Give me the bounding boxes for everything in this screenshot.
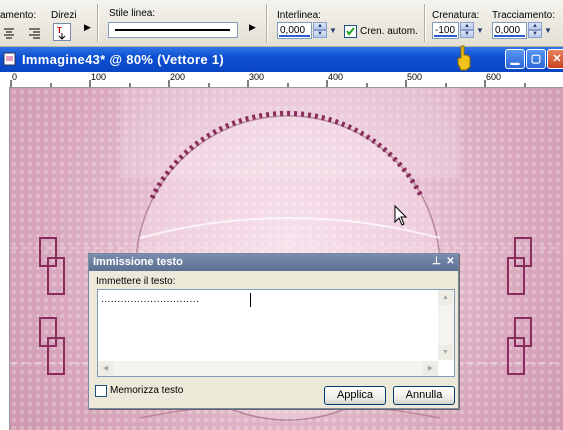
minimize-icon[interactable]: ▁ <box>505 49 525 69</box>
apply-button[interactable]: Applica <box>324 386 386 405</box>
direction-arrow-icon[interactable]: ▶ <box>84 22 91 33</box>
line-style-preview <box>115 29 230 31</box>
maximize-icon[interactable]: ▢ <box>526 49 546 69</box>
line-style-arrow-icon[interactable]: ▶ <box>249 22 256 33</box>
cancel-button[interactable]: Annulla <box>393 386 455 405</box>
kerning-up-icon[interactable]: ▲ <box>460 22 474 30</box>
line-style-label: Stile linea: <box>109 8 156 19</box>
auto-kern-label: Cren. autom. <box>360 26 418 37</box>
kerning-input[interactable]: -100 <box>432 22 459 39</box>
kerning-down-icon[interactable]: ▼ <box>460 30 474 38</box>
ruler-label: 0 <box>12 72 18 82</box>
kerning-dropdown-icon[interactable]: ▼ <box>474 22 486 39</box>
window-title: Immagine43* @ 80% (Vettore 1) <box>22 52 225 67</box>
separator <box>97 4 99 42</box>
text-entry-textarea[interactable]: .............................. ▲ ▼ ◀ ▶ <box>97 289 455 377</box>
text-entry-value: .............................. <box>101 294 200 305</box>
dialog-titlebar[interactable]: Immissione testo ⊥ ✕ <box>89 254 458 271</box>
text-prompt-label: Immettere il testo: <box>96 276 176 287</box>
vertical-ruler <box>0 87 10 430</box>
horizontal-ruler: 0 100 200 300 400 500 600 <box>0 72 563 88</box>
scroll-up-icon[interactable]: ▲ <box>438 290 453 305</box>
vertical-scrollbar[interactable]: ▲ ▼ <box>438 290 454 360</box>
close-icon[interactable]: ✕ <box>547 49 563 69</box>
direction-label: Direzi <box>51 10 77 21</box>
ruler-label: 400 <box>328 72 344 82</box>
line-style-select[interactable] <box>108 22 238 38</box>
document-titlebar[interactable]: Immagine43* @ 80% (Vettore 1) ▁ ▢ ✕ <box>0 47 563 72</box>
align-right-icon[interactable] <box>25 24 43 42</box>
leading-down-icon[interactable]: ▼ <box>313 30 327 38</box>
scroll-down-icon[interactable]: ▼ <box>438 345 453 360</box>
separator <box>266 4 268 42</box>
document-icon <box>3 52 17 66</box>
ruler-label: 100 <box>91 72 107 82</box>
dialog-close-icon[interactable]: ✕ <box>444 255 457 269</box>
scroll-left-icon[interactable]: ◀ <box>98 361 113 376</box>
ruler-label: 300 <box>249 72 265 82</box>
text-direction-icon[interactable]: T <box>53 23 71 41</box>
ruler-label: 500 <box>407 72 423 82</box>
tracking-label: Tracciamento: <box>492 10 555 21</box>
scroll-right-icon[interactable]: ▶ <box>423 361 438 376</box>
kerning-label: Crenatura: <box>432 10 480 21</box>
tracking-dropdown-icon[interactable]: ▼ <box>542 22 554 39</box>
ruler-label: 200 <box>170 72 186 82</box>
tracking-input[interactable]: 0,000 <box>492 22 527 39</box>
text-entry-dialog: Immissione testo ⊥ ✕ Immettere il testo:… <box>88 253 459 409</box>
ruler-label: 600 <box>486 72 502 82</box>
leading-dropdown-icon[interactable]: ▼ <box>327 22 339 39</box>
leading-up-icon[interactable]: ▲ <box>313 22 327 30</box>
separator <box>424 4 426 42</box>
text-caret <box>250 293 251 307</box>
leading-input[interactable]: 0,000 <box>277 22 312 39</box>
tool-options-bar: amento: Direzi T ▶ Stile linea: ▶ Interl… <box>0 0 563 47</box>
tracking-down-icon[interactable]: ▼ <box>528 30 542 38</box>
pin-icon[interactable]: ⊥ <box>430 255 443 269</box>
svg-text:T: T <box>57 26 62 35</box>
auto-kern-checkbox[interactable] <box>344 25 357 38</box>
dialog-title: Immissione testo <box>93 256 183 268</box>
align-center-icon[interactable] <box>0 24 18 42</box>
horizontal-scrollbar[interactable]: ◀ ▶ <box>98 361 438 376</box>
hand-cursor-icon <box>456 45 472 71</box>
tracking-up-icon[interactable]: ▲ <box>528 22 542 30</box>
leading-label: Interlinea: <box>277 10 321 21</box>
remember-text-label: Memorizza testo <box>110 385 184 396</box>
remember-text-checkbox[interactable] <box>95 385 107 397</box>
alignment-label: amento: <box>0 10 37 21</box>
